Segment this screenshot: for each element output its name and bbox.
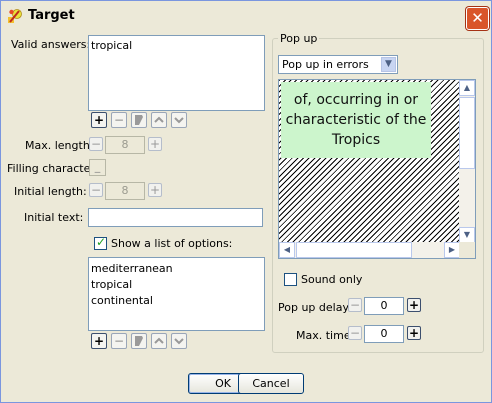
close-button[interactable]: ✕ — [466, 7, 489, 30]
max-time-stepper[interactable]: − 0 + — [348, 325, 423, 343]
popup-preview: of, occurring in or characteristic of th… — [278, 79, 476, 259]
down-arrow-icon — [174, 117, 184, 124]
max-length-stepper[interactable]: − 8 + — [89, 136, 164, 154]
filling-character-label: Filling character — [7, 162, 95, 175]
move-up-button[interactable] — [151, 112, 167, 128]
scroll-up-icon[interactable]: ▲ — [459, 80, 475, 96]
dialog-body: Valid answers: tropical + − Max. length:… — [1, 31, 491, 402]
max-time-label: Max. time: — [296, 329, 355, 342]
down-arrow-icon — [174, 338, 184, 345]
plus-icon: + — [93, 334, 105, 348]
title-bar: Target ✕ — [1, 1, 491, 31]
popup-mode-select[interactable]: Pop up in errors ▼ — [278, 55, 398, 74]
initial-length-stepper[interactable]: − 8 + — [89, 182, 164, 200]
edit-icon — [135, 115, 143, 125]
scroll-right-icon[interactable]: ▶ — [444, 242, 460, 258]
scroll-corner — [459, 242, 475, 258]
up-arrow-icon — [154, 116, 164, 123]
max-length-value[interactable]: 8 — [105, 136, 145, 154]
increment-button[interactable]: + — [407, 298, 421, 312]
move-up-button[interactable] — [151, 333, 167, 349]
list-item[interactable]: tropical — [91, 39, 132, 52]
increment-button[interactable]: + — [148, 137, 162, 151]
show-list-label: Show a list of options: — [111, 237, 233, 250]
list-item[interactable]: continental — [91, 294, 153, 307]
target-app-icon — [7, 8, 23, 24]
minus-icon: − — [113, 113, 125, 127]
move-down-button[interactable] — [171, 112, 187, 128]
initial-length-value[interactable]: 8 — [105, 182, 145, 200]
cancel-button[interactable]: Cancel — [238, 373, 304, 394]
sound-only-checkbox[interactable] — [284, 273, 297, 286]
list-item[interactable]: tropical — [91, 278, 132, 291]
decrement-button[interactable]: − — [348, 326, 362, 340]
filling-character-button[interactable]: _ — [89, 159, 106, 176]
scroll-left-icon[interactable]: ◀ — [279, 242, 295, 258]
popup-group-label: Pop up — [278, 32, 320, 45]
up-arrow-icon — [154, 337, 164, 344]
max-length-label: Max. length: — [25, 139, 94, 152]
vertical-scrollbar[interactable]: ▲ ▼ — [459, 80, 475, 243]
remove-answer-button[interactable]: − — [111, 112, 127, 128]
decrement-button[interactable]: − — [89, 183, 103, 197]
increment-button[interactable]: + — [148, 183, 162, 197]
chevron-down-icon[interactable]: ▼ — [381, 57, 396, 72]
window-title: Target — [28, 8, 75, 23]
horizontal-scrollbar[interactable]: ◀ ▶ — [279, 242, 460, 258]
remove-option-button[interactable]: − — [111, 333, 127, 349]
scroll-down-icon[interactable]: ▼ — [459, 227, 475, 243]
options-list[interactable]: mediterranean tropical continental — [88, 257, 265, 331]
minus-icon: − — [113, 334, 125, 348]
edit-option-button[interactable] — [131, 333, 147, 349]
max-time-value[interactable]: 0 — [364, 325, 404, 343]
valid-answers-list[interactable]: tropical — [88, 35, 265, 111]
popup-delay-stepper[interactable]: − 0 + — [348, 297, 423, 315]
decrement-button[interactable]: − — [89, 137, 103, 151]
show-list-checkbox[interactable] — [94, 235, 107, 250]
sound-only-label: Sound only — [301, 273, 363, 286]
dialog-window: Target ✕ Valid answers: tropical + − Max… — [0, 0, 492, 403]
move-down-button[interactable] — [171, 333, 187, 349]
valid-answers-label: Valid answers: — [11, 38, 91, 51]
popup-tooltip-text: of, occurring in or characteristic of th… — [281, 82, 431, 158]
edit-answer-button[interactable] — [131, 112, 147, 128]
edit-icon — [135, 336, 143, 346]
add-option-button[interactable]: + — [91, 333, 107, 349]
scroll-thumb[interactable] — [459, 97, 475, 169]
decrement-button[interactable]: − — [348, 298, 362, 312]
initial-length-label: Initial length: — [14, 185, 87, 198]
increment-button[interactable]: + — [407, 326, 421, 340]
initial-text-label: Initial text: — [24, 211, 84, 224]
popup-delay-label: Pop up delay: — [278, 301, 352, 314]
popup-mode-value: Pop up in errors — [282, 58, 369, 71]
add-answer-button[interactable]: + — [91, 112, 107, 128]
scroll-thumb[interactable] — [296, 242, 412, 258]
initial-text-input[interactable] — [88, 208, 263, 227]
list-item[interactable]: mediterranean — [91, 262, 173, 275]
plus-icon: + — [93, 113, 105, 127]
popup-delay-value[interactable]: 0 — [364, 297, 404, 315]
close-icon: ✕ — [471, 9, 484, 27]
